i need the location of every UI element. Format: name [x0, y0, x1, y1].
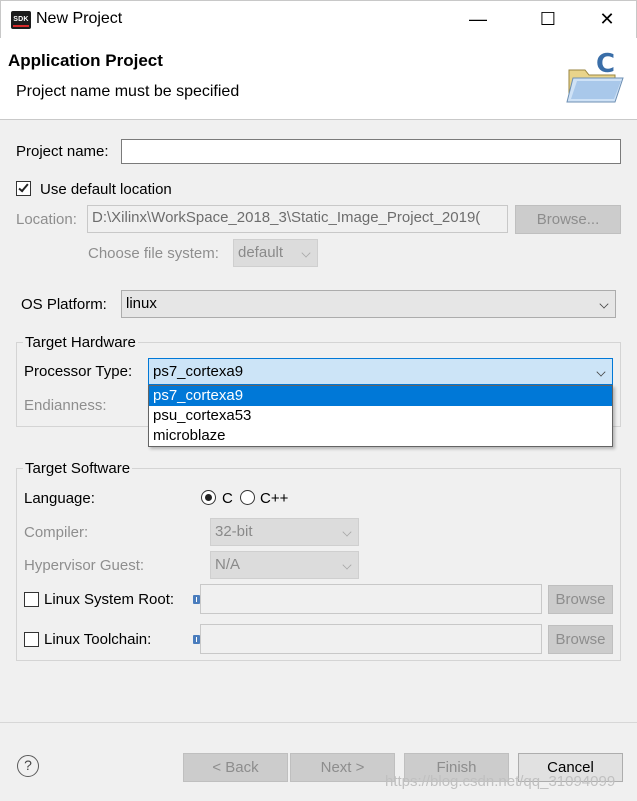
- processor-type-value: ps7_cortexa9: [153, 363, 244, 380]
- file-system-value: default: [238, 244, 284, 261]
- chevron-down-icon: [342, 560, 352, 570]
- window-title: New Project: [36, 10, 123, 27]
- help-icon: ?: [24, 757, 32, 773]
- processor-type-label: Processor Type:: [24, 363, 133, 380]
- maximize-icon: ☐: [539, 9, 557, 29]
- use-default-location-checkbox[interactable]: [16, 181, 31, 196]
- linux-toolchain-checkbox[interactable]: [24, 632, 39, 647]
- linux-toolchain-label: Linux Toolchain:: [44, 631, 152, 648]
- os-platform-value: linux: [126, 295, 157, 312]
- location-input[interactable]: D:\Xilinx\WorkSpace_2018_3\Static_Image_…: [87, 205, 508, 233]
- info-icon: [193, 635, 200, 644]
- svg-text:C: C: [596, 49, 615, 79]
- help-button[interactable]: ?: [17, 755, 39, 777]
- endianness-label: Endianness:: [24, 397, 107, 414]
- linux-toolchain-browse-button[interactable]: Browse: [548, 625, 613, 654]
- hypervisor-guest-label: Hypervisor Guest:: [24, 557, 145, 574]
- processor-option-ps7-cortexa9[interactable]: ps7_cortexa9: [149, 386, 612, 406]
- language-c-label: C: [222, 490, 233, 507]
- linux-system-root-input[interactable]: [200, 584, 542, 614]
- watermark-text: https://blog.csdn.net/qq_31094099: [385, 773, 616, 790]
- language-cpp-radio[interactable]: [240, 490, 255, 505]
- location-browse-button[interactable]: Browse...: [515, 205, 621, 234]
- sdk-app-icon: SDK: [11, 11, 31, 29]
- minimize-icon: —: [469, 9, 487, 29]
- chevron-down-icon: [342, 527, 352, 537]
- wizard-header: Application Project Project name must be…: [0, 38, 637, 120]
- validation-message: Project name must be specified: [16, 83, 240, 100]
- checkmark-icon: [18, 181, 29, 193]
- close-icon: ✕: [599, 9, 615, 29]
- title-bar: SDK New Project — ☐ ✕: [0, 0, 637, 38]
- project-name-input[interactable]: [121, 139, 621, 164]
- hypervisor-guest-select[interactable]: N/A: [210, 551, 359, 579]
- minimize-button[interactable]: —: [455, 1, 501, 39]
- processor-option-psu-cortexa53[interactable]: psu_cortexa53: [149, 406, 612, 426]
- compiler-value: 32-bit: [215, 523, 253, 540]
- linux-system-root-checkbox[interactable]: [24, 592, 39, 607]
- language-c-radio[interactable]: [201, 490, 216, 505]
- target-software-title: Target Software: [23, 460, 133, 477]
- info-icon: [193, 595, 200, 604]
- os-platform-label: OS Platform:: [21, 296, 107, 313]
- processor-option-microblaze[interactable]: microblaze: [149, 426, 612, 446]
- language-cpp-label: C++: [260, 490, 289, 507]
- linux-system-root-label: Linux System Root:: [44, 591, 175, 608]
- language-label: Language:: [24, 490, 95, 507]
- use-default-location-label: Use default location: [40, 181, 172, 198]
- processor-type-dropdown: ps7_cortexa9 psu_cortexa53 microblaze: [148, 385, 613, 447]
- chevron-down-icon: [596, 367, 606, 377]
- target-hardware-title: Target Hardware: [23, 334, 138, 351]
- linux-system-root-browse-button[interactable]: Browse: [548, 585, 613, 614]
- page-title: Application Project: [8, 51, 163, 70]
- radio-selected-icon: [205, 494, 212, 501]
- chevron-down-icon: [599, 299, 609, 309]
- chevron-down-icon: [301, 248, 311, 258]
- maximize-button[interactable]: ☐: [525, 1, 571, 39]
- compiler-select[interactable]: 32-bit: [210, 518, 359, 546]
- folder-c-project-icon: C: [566, 49, 624, 103]
- choose-file-system-label: Choose file system:: [88, 245, 219, 262]
- next-button[interactable]: Next >: [290, 753, 395, 782]
- os-platform-select[interactable]: linux: [121, 290, 616, 318]
- project-name-label: Project name:: [16, 143, 109, 160]
- hypervisor-guest-value: N/A: [215, 556, 241, 573]
- footer-divider: [0, 722, 637, 723]
- location-label: Location:: [16, 211, 77, 228]
- compiler-label: Compiler:: [24, 524, 89, 541]
- back-button[interactable]: < Back: [183, 753, 288, 782]
- processor-type-select[interactable]: ps7_cortexa9: [148, 358, 613, 385]
- file-system-select[interactable]: default: [233, 239, 318, 267]
- linux-toolchain-input[interactable]: [200, 624, 542, 654]
- close-button[interactable]: ✕: [584, 1, 630, 39]
